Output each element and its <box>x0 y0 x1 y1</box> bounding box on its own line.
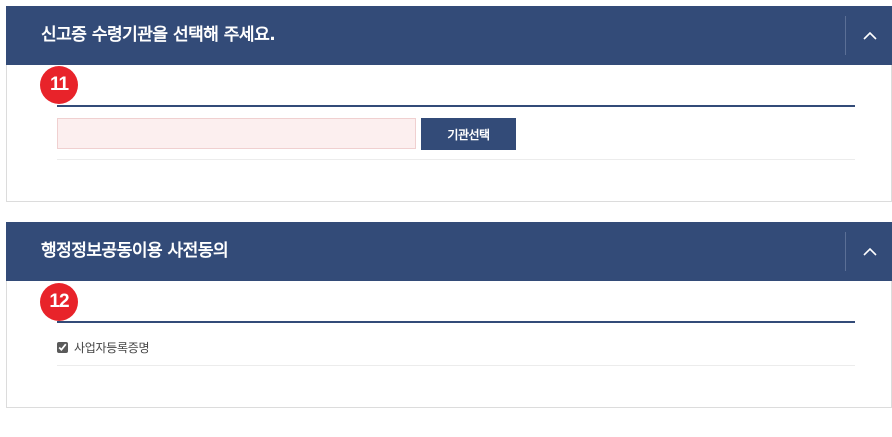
consent-item[interactable]: 사업자등록증명 <box>57 338 149 356</box>
step-badge: 12 <box>40 283 78 321</box>
divider <box>57 105 855 107</box>
agency-selection-panel: 신고증 수령기관을 선택해 주세요. 11 기관선택 <box>6 6 892 202</box>
section-title: 행정정보공동이용 사전동의 <box>41 241 229 261</box>
select-agency-button[interactable]: 기관선택 <box>421 118 516 150</box>
consent-panel: 행정정보공동이용 사전동의 12 사업자등록증명 <box>6 222 892 408</box>
step-badge: 11 <box>40 66 78 104</box>
collapse-button[interactable] <box>846 6 892 65</box>
section-header: 신고증 수령기관을 선택해 주세요. <box>6 6 892 65</box>
consent-label: 사업자등록증명 <box>74 340 150 355</box>
divider <box>57 365 855 366</box>
chevron-up-icon <box>862 247 877 256</box>
divider <box>57 321 855 323</box>
section-header: 행정정보공동이용 사전동의 <box>6 222 892 281</box>
section-title: 신고증 수령기관을 선택해 주세요. <box>41 25 276 45</box>
consent-checkbox[interactable] <box>57 341 68 353</box>
divider <box>57 159 855 160</box>
collapse-button[interactable] <box>846 222 892 281</box>
agency-input[interactable] <box>57 118 416 149</box>
chevron-up-icon <box>862 31 877 40</box>
